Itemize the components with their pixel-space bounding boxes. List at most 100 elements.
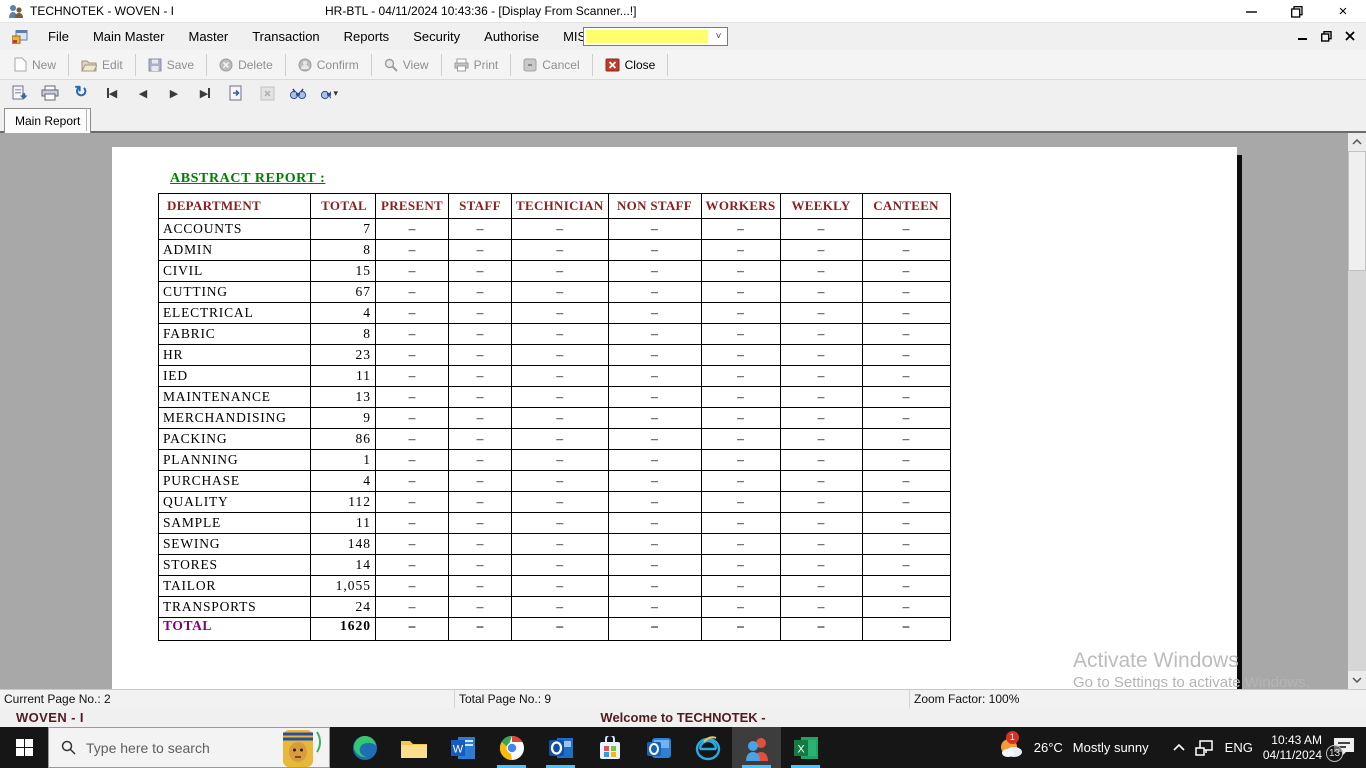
- table-cell: –: [780, 534, 862, 555]
- close-button[interactable]: Close: [595, 52, 666, 78]
- table-cell: –: [608, 429, 701, 450]
- search-text-icon[interactable]: [289, 84, 307, 102]
- new-page-icon: [14, 57, 27, 72]
- menu-item-main-master[interactable]: Main Master: [81, 25, 177, 48]
- previous-page-icon[interactable]: ◀: [134, 84, 152, 102]
- taskbar-outlook-new-icon[interactable]: [634, 727, 683, 768]
- taskbar-clock[interactable]: 10:43 AM 04/11/2024: [1263, 733, 1322, 763]
- confirm-button[interactable]: Confirm: [288, 52, 369, 78]
- scroll-down-icon[interactable]: [1348, 671, 1366, 689]
- stop-loading-icon: [258, 84, 276, 102]
- title-bar: TECHNOTEK - WOVEN - I HR-BTL - 04/11/202…: [0, 0, 1366, 23]
- table-cell: SAMPLE: [159, 513, 311, 534]
- zoom-level-icon[interactable]: ▾: [320, 84, 338, 102]
- table-row: ACCOUNTS7–––––––: [159, 219, 951, 240]
- scrollbar-thumb[interactable]: [1348, 151, 1366, 271]
- menu-item-file[interactable]: File: [36, 25, 81, 48]
- new-button[interactable]: New: [4, 52, 66, 78]
- minimize-button[interactable]: [1228, 0, 1274, 23]
- taskbar-chrome-icon[interactable]: [487, 727, 536, 768]
- table-row: SAMPLE11–––––––: [159, 513, 951, 534]
- table-cell: –: [608, 555, 701, 576]
- taskbar-internet-explorer-icon[interactable]: [683, 727, 732, 768]
- start-button[interactable]: [0, 727, 48, 768]
- table-cell: –: [449, 555, 512, 576]
- export-report-icon[interactable]: [10, 84, 28, 102]
- table-cell: –: [862, 429, 950, 450]
- table-cell: –: [376, 261, 449, 282]
- last-page-icon[interactable]: ▶: [196, 84, 214, 102]
- table-cell: HR: [159, 345, 311, 366]
- table-cell: –: [512, 513, 609, 534]
- table-cell: –: [780, 429, 862, 450]
- taskbar-search[interactable]: [48, 727, 330, 768]
- table-cell: –: [780, 492, 862, 513]
- tab-main-report[interactable]: Main Report: [4, 108, 91, 133]
- save-button[interactable]: Save: [138, 52, 204, 78]
- taskbar-store-icon[interactable]: [585, 727, 634, 768]
- table-row: QUALITY112–––––––: [159, 492, 951, 513]
- scroll-up-icon[interactable]: [1348, 133, 1366, 151]
- tray-chevron-up-icon[interactable]: [1173, 744, 1185, 752]
- search-input[interactable]: [86, 740, 256, 756]
- column-header: TOTAL: [311, 194, 376, 219]
- report-viewer-area: ABSTRACT REPORT : DEPARTMENTTOTALPRESENT…: [0, 133, 1366, 689]
- print-report-icon[interactable]: [41, 84, 59, 102]
- table-cell: –: [701, 471, 780, 492]
- search-highlight-image[interactable]: [269, 728, 327, 767]
- menu-item-transaction[interactable]: Transaction: [240, 25, 331, 48]
- table-cell: –: [608, 387, 701, 408]
- restore-button[interactable]: [1274, 0, 1320, 23]
- menu-item-security[interactable]: Security: [401, 25, 472, 48]
- table-cell: –: [449, 303, 512, 324]
- refresh-icon[interactable]: ↻: [72, 84, 90, 102]
- mdi-restore-button[interactable]: [1316, 28, 1336, 44]
- menu-item-master[interactable]: Master: [176, 25, 240, 48]
- quick-search-combobox[interactable]: ˅: [583, 27, 728, 46]
- mdi-minimize-button[interactable]: [1292, 28, 1312, 44]
- table-cell: –: [701, 219, 780, 240]
- action-center-icon[interactable]: 13: [1332, 736, 1358, 760]
- network-icon[interactable]: [1195, 740, 1215, 756]
- taskbar-outlook-icon[interactable]: [536, 727, 585, 768]
- print-button[interactable]: Print: [444, 52, 509, 78]
- toolbar-separator: [510, 54, 511, 76]
- column-header: CANTEEN: [862, 194, 950, 219]
- weather-temp[interactable]: 26°C: [1034, 740, 1063, 755]
- weather-desc[interactable]: Mostly sunny: [1073, 740, 1149, 755]
- table-cell: –: [608, 408, 701, 429]
- mdi-close-button[interactable]: [1340, 28, 1360, 44]
- menu-item-authorise[interactable]: Authorise: [472, 25, 551, 48]
- table-cell: 13: [311, 387, 376, 408]
- first-page-icon[interactable]: ◀: [103, 84, 121, 102]
- report-tab-strip: Main Report: [0, 106, 1366, 133]
- edit-button[interactable]: Edit: [71, 52, 133, 78]
- view-button[interactable]: View: [374, 52, 439, 78]
- table-cell: –: [449, 429, 512, 450]
- chevron-down-icon[interactable]: ˅: [710, 28, 727, 45]
- table-cell: –: [701, 387, 780, 408]
- table-cell: –: [701, 534, 780, 555]
- report-page: ABSTRACT REPORT : DEPARTMENTTOTALPRESENT…: [112, 147, 1237, 689]
- table-cell: –: [862, 450, 950, 471]
- goto-page-icon[interactable]: [227, 84, 245, 102]
- vertical-scrollbar[interactable]: [1348, 133, 1366, 689]
- cancel-button[interactable]: Cancel: [513, 52, 589, 78]
- next-page-icon[interactable]: ▶: [165, 84, 183, 102]
- taskbar-edge-icon[interactable]: [340, 727, 389, 768]
- toolbar-separator: [68, 54, 69, 76]
- weather-icon[interactable]: 1: [998, 735, 1024, 761]
- taskbar-file-explorer-icon[interactable]: [389, 727, 438, 768]
- taskbar-technotek-app-icon[interactable]: [732, 727, 781, 768]
- language-indicator[interactable]: ENG: [1225, 740, 1253, 755]
- menu-item-reports[interactable]: Reports: [332, 25, 402, 48]
- table-row: MAINTENANCE13–––––––: [159, 387, 951, 408]
- table-cell: 112: [311, 492, 376, 513]
- taskbar-excel-icon[interactable]: X: [781, 727, 830, 768]
- toolbar-separator: [135, 54, 136, 76]
- table-cell: –: [376, 324, 449, 345]
- close-window-button[interactable]: ×: [1320, 0, 1366, 23]
- taskbar-word-icon[interactable]: W: [438, 727, 487, 768]
- table-cell: –: [780, 240, 862, 261]
- delete-button[interactable]: Delete: [209, 52, 283, 78]
